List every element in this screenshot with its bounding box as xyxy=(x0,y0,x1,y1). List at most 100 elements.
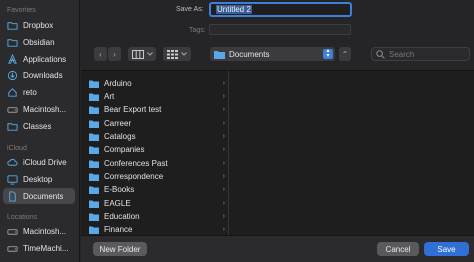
sidebar-item-documents[interactable]: Documents xyxy=(3,188,75,204)
new-folder-button[interactable]: New Folder xyxy=(93,242,147,256)
sidebar-item-icloud-drive[interactable]: iCloud Drive xyxy=(3,154,75,170)
search-icon xyxy=(376,49,385,59)
forward-button[interactable]: › xyxy=(108,47,121,61)
tags-input[interactable] xyxy=(209,24,351,35)
document-icon xyxy=(9,190,16,202)
chevron-right-icon: › xyxy=(222,133,225,140)
search-field[interactable] xyxy=(371,47,470,61)
list-item[interactable]: Bear Export test › xyxy=(89,103,225,116)
save-as-value: Untitled 2 xyxy=(216,5,252,14)
folder-icon xyxy=(89,106,99,114)
sidebar-item-label: TimeMachi... xyxy=(23,243,69,253)
file-name: EAGLE xyxy=(104,199,131,208)
chevron-right-icon: › xyxy=(222,226,225,233)
sidebar-item-dropbox[interactable]: Dropbox xyxy=(3,17,75,33)
file-name: Companies xyxy=(104,145,145,154)
chevron-right-icon: › xyxy=(222,186,225,193)
sidebar-item-label: Macintosh... xyxy=(23,226,67,236)
sidebar-item-label: reto xyxy=(23,87,37,97)
cancel-button[interactable]: Cancel xyxy=(377,242,419,256)
chevron-right-icon: › xyxy=(222,213,225,220)
sidebar-item-label: Obsidian xyxy=(23,37,55,47)
chevron-right-icon: › xyxy=(222,106,225,113)
sidebar-item-classes[interactable]: Classes xyxy=(3,118,75,134)
folder-icon xyxy=(89,120,99,128)
sidebar-item-macintosh[interactable]: Macintosh... xyxy=(3,101,75,117)
sidebar-item-label: iCloud Drive xyxy=(23,157,67,167)
grid-group-icon xyxy=(167,49,178,59)
list-item[interactable]: Finance › xyxy=(89,223,225,235)
file-name: Education xyxy=(104,212,140,221)
expand-dialog-button[interactable]: ⌃ xyxy=(339,47,351,61)
sidebar-heading-locations: Locations xyxy=(7,214,37,221)
sidebar-heading-icloud: iCloud xyxy=(7,145,27,152)
folder-icon xyxy=(89,200,99,208)
sidebar-item-obsidian[interactable]: Obsidian xyxy=(3,34,75,50)
updown-chevron-icon: ▴ ▾ xyxy=(323,48,333,59)
list-item[interactable]: Companies › xyxy=(89,143,225,156)
sidebar-item-reto[interactable]: reto xyxy=(3,84,75,100)
location-popup[interactable]: Documents ▴ ▾ xyxy=(210,47,335,61)
chevron-down-icon xyxy=(146,52,153,56)
back-icon: ‹ xyxy=(99,49,102,59)
sidebar-item-macintosh-hd[interactable]: Macintosh... xyxy=(3,223,75,239)
chevron-right-icon: › xyxy=(222,93,225,100)
save-button[interactable]: Save xyxy=(424,242,469,256)
disk-icon xyxy=(7,245,18,252)
list-item[interactable]: Education › xyxy=(89,210,225,223)
list-item[interactable]: Correspondence › xyxy=(89,170,225,183)
list-item[interactable]: EAGLE › xyxy=(89,197,225,210)
sidebar-item-label: Desktop xyxy=(23,174,53,184)
file-name: Conferences Past xyxy=(104,159,168,168)
back-button[interactable]: ‹ xyxy=(94,47,107,61)
list-item[interactable]: Arduino › xyxy=(89,77,225,90)
search-input[interactable] xyxy=(389,49,469,59)
list-item[interactable]: Carreer › xyxy=(89,117,225,130)
chevron-up-icon: ⌃ xyxy=(341,49,349,59)
list-item[interactable]: Art › xyxy=(89,90,225,103)
columns-view-icon xyxy=(131,49,144,59)
folder-icon xyxy=(89,173,99,181)
location-label: Documents xyxy=(229,49,270,59)
folder-icon xyxy=(7,122,18,131)
file-name: Finance xyxy=(104,225,133,234)
sidebar-item-timemachine[interactable]: TimeMachi... xyxy=(3,240,75,256)
sidebar-item-label: Macintosh... xyxy=(23,104,67,114)
sidebar-item-applications[interactable]: Applications xyxy=(3,51,75,67)
file-browser: Arduino › Art › Bear Export test › Carreer ›… xyxy=(81,70,474,236)
view-mode-button[interactable] xyxy=(128,47,156,61)
folder-icon xyxy=(89,93,99,101)
file-name: Arduino xyxy=(104,79,132,88)
list-item[interactable]: Catalogs › xyxy=(89,130,225,143)
sidebar-item-label: Applications xyxy=(23,54,67,64)
chevron-right-icon: › xyxy=(222,80,225,87)
tags-label: Tags: xyxy=(189,27,206,34)
folder-icon xyxy=(89,213,99,221)
sidebar-item-desktop[interactable]: Desktop xyxy=(3,171,75,187)
folder-icon xyxy=(89,80,99,88)
bottom-bar: New Folder Cancel Save xyxy=(81,236,474,262)
downloads-icon xyxy=(7,70,18,80)
cloud-icon xyxy=(7,158,18,166)
sidebar-item-downloads[interactable]: Downloads xyxy=(3,67,75,83)
group-button[interactable] xyxy=(163,47,191,61)
folder-icon xyxy=(89,186,99,194)
forward-icon: › xyxy=(113,49,116,59)
chevron-down-icon xyxy=(181,52,187,56)
applications-icon xyxy=(8,53,17,64)
chevron-right-icon: › xyxy=(222,160,225,167)
chevron-right-icon: › xyxy=(222,120,225,127)
file-name: Bear Export test xyxy=(104,105,162,114)
sidebar-item-label: Classes xyxy=(23,121,52,131)
list-item[interactable]: Conferences Past › xyxy=(89,157,225,170)
file-name: Art xyxy=(104,92,115,101)
folder-icon xyxy=(89,133,99,141)
save-as-input[interactable]: Untitled 2 xyxy=(209,2,352,17)
disk-icon xyxy=(7,228,18,235)
save-as-label: Save As: xyxy=(176,6,204,13)
sidebar-item-label: Documents xyxy=(23,191,64,201)
sidebar-item-label: Downloads xyxy=(23,70,63,80)
browser-column: Arduino › Art › Bear Export test › Carreer ›… xyxy=(81,71,229,235)
list-item[interactable]: E-Books › xyxy=(89,183,225,196)
file-name: Carreer xyxy=(104,119,132,128)
